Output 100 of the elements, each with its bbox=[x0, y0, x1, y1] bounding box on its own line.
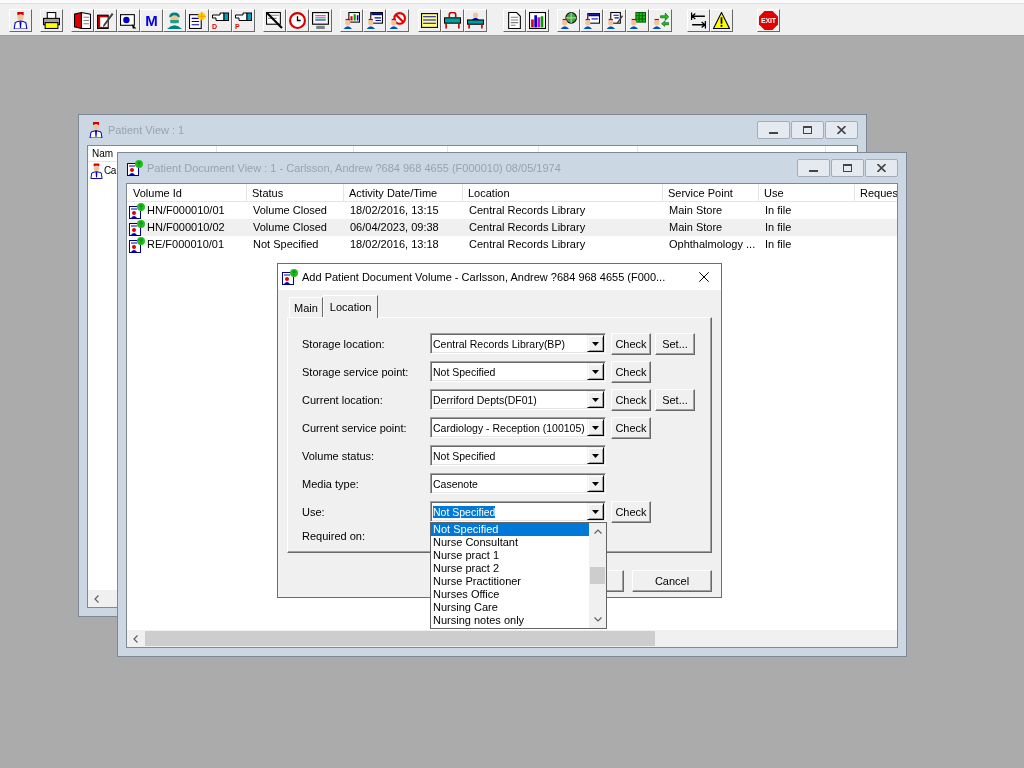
note-sparkle-icon bbox=[189, 12, 206, 29]
list-option[interactable]: Nurse Practitioner bbox=[431, 575, 589, 588]
caret-icon bbox=[592, 509, 599, 514]
check-button[interactable]: Check bbox=[611, 416, 651, 439]
table-cell-text: 18/02/2016, 13:18 bbox=[349, 237, 440, 252]
tab[interactable]: Main bbox=[289, 297, 323, 317]
toolbar-button[interactable] bbox=[309, 9, 332, 32]
person-monitor-icon bbox=[343, 12, 360, 29]
caret-icon bbox=[592, 453, 599, 458]
person-globe-icon bbox=[560, 12, 577, 29]
dropdown-field[interactable]: Not Specified bbox=[430, 501, 606, 522]
toolbar-button[interactable] bbox=[71, 9, 94, 32]
list-option[interactable]: Nursing notes only bbox=[431, 614, 589, 627]
toolbar-button[interactable] bbox=[503, 9, 526, 32]
caret-icon bbox=[592, 369, 599, 374]
toolbar-button[interactable] bbox=[363, 9, 386, 32]
set-button[interactable]: Set... bbox=[655, 388, 695, 411]
maximize-icon bbox=[803, 126, 812, 134]
tab[interactable]: Location bbox=[322, 295, 379, 318]
scrollbar-thumb[interactable] bbox=[590, 567, 605, 584]
list-option[interactable]: Not Specified bbox=[431, 523, 589, 536]
list-option[interactable]: Nurse Consultant bbox=[431, 536, 589, 549]
dropdown-arrow-button[interactable] bbox=[587, 475, 604, 492]
toolbar-button[interactable] bbox=[186, 9, 209, 32]
toolbar-button[interactable] bbox=[603, 9, 626, 32]
maximize-button[interactable] bbox=[791, 121, 824, 139]
doctor-icon bbox=[88, 122, 104, 138]
toolbar-button[interactable] bbox=[340, 9, 363, 32]
vertical-scrollbar[interactable] bbox=[589, 523, 606, 628]
table-cell-text: RE/F000010/01 bbox=[147, 237, 225, 252]
dropdown-arrow-button[interactable] bbox=[587, 447, 604, 464]
horizontal-scrollbar[interactable] bbox=[127, 630, 897, 647]
column-header[interactable]: Service Point bbox=[663, 184, 759, 201]
column-header[interactable]: Reques bbox=[855, 184, 897, 201]
dropdown-field[interactable]: Central Records Library(BP) bbox=[430, 333, 606, 354]
list-option[interactable]: Nurse pract 2 bbox=[431, 562, 589, 575]
list-option[interactable]: Nurses Office bbox=[431, 588, 589, 601]
toolbar-button[interactable] bbox=[710, 9, 733, 32]
dropdown-arrow-button[interactable] bbox=[587, 391, 604, 408]
table-row[interactable]: RE/F000010/01 Not Specified 18/02/2016, 13:18 Central Records Library Ophthalmology ... In file bbox=[127, 236, 897, 253]
check-button[interactable]: Check bbox=[611, 332, 651, 355]
toolbar-button[interactable]: M bbox=[140, 9, 163, 32]
toolbar-button[interactable] bbox=[464, 9, 487, 32]
close-icon bbox=[837, 126, 846, 134]
dropdown-field[interactable]: Not Specified bbox=[430, 445, 606, 466]
dropdown-field[interactable]: Derriford Depts(DF01) bbox=[430, 389, 606, 410]
close-button[interactable] bbox=[825, 121, 858, 139]
toolbar-button[interactable] bbox=[580, 9, 603, 32]
dropdown-field[interactable]: Casenote bbox=[430, 473, 606, 494]
toolbar-button[interactable] bbox=[687, 9, 710, 32]
maximize-icon bbox=[843, 164, 852, 172]
column-header[interactable]: Volume Id bbox=[128, 184, 247, 201]
person-pen-icon bbox=[606, 12, 623, 29]
pointing-hand-icon bbox=[212, 12, 229, 22]
maximize-button[interactable] bbox=[831, 159, 864, 177]
list-option[interactable]: Nursing Care bbox=[431, 601, 589, 614]
toolbar-button[interactable] bbox=[418, 9, 441, 32]
table-cell-text: Volume Closed bbox=[252, 203, 328, 218]
toolbar-button[interactable] bbox=[557, 9, 580, 32]
minimize-button[interactable] bbox=[757, 121, 790, 139]
set-button[interactable]: Set... bbox=[655, 332, 695, 355]
minimize-icon bbox=[809, 169, 818, 172]
toolbar-button[interactable] bbox=[263, 9, 286, 32]
list-option[interactable]: Nurse pract 1 bbox=[431, 549, 589, 562]
check-button[interactable]: Check bbox=[611, 388, 651, 411]
check-button[interactable]: Check bbox=[611, 360, 651, 383]
check-button[interactable]: Check bbox=[611, 500, 651, 523]
scrollbar-thumb[interactable] bbox=[145, 631, 655, 646]
toolbar-button[interactable] bbox=[626, 9, 649, 32]
dropdown-arrow-button[interactable] bbox=[587, 503, 604, 520]
field-label: Storage location: bbox=[302, 337, 385, 350]
minimize-button[interactable] bbox=[797, 159, 830, 177]
table-row[interactable]: HN/F000010/01 Volume Closed 18/02/2016, 13:15 Central Records Library Main Store In file bbox=[127, 202, 897, 219]
dropdown-arrow-button[interactable] bbox=[587, 363, 604, 380]
dropdown-arrow-button[interactable] bbox=[587, 419, 604, 436]
close-button[interactable] bbox=[865, 159, 898, 177]
close-icon bbox=[877, 164, 886, 172]
toolbar-button[interactable] bbox=[9, 9, 32, 32]
notebook-pen-icon bbox=[97, 12, 114, 29]
dialog-button[interactable]: Cancel bbox=[632, 570, 712, 592]
table-cell: Ca bbox=[104, 165, 116, 176]
column-header[interactable]: Location bbox=[463, 184, 663, 201]
person-card-icon bbox=[583, 12, 600, 29]
dropdown-field[interactable]: Not Specified bbox=[430, 361, 606, 382]
table-row[interactable]: HN/F000010/02 Volume Closed 06/04/2023, 09:38 Central Records Library Main Store In file bbox=[127, 219, 897, 236]
toolbar-button[interactable] bbox=[441, 9, 464, 32]
dropdown-arrow-button[interactable] bbox=[587, 335, 604, 352]
book-icon bbox=[74, 12, 91, 29]
toolbar-button[interactable] bbox=[117, 9, 140, 32]
toolbar-button[interactable] bbox=[40, 9, 63, 32]
toolbar-button[interactable] bbox=[526, 9, 549, 32]
column-header[interactable]: Use bbox=[759, 184, 855, 201]
patient-document-icon bbox=[129, 219, 145, 236]
id-card-icon bbox=[120, 12, 137, 29]
column-header[interactable]: Activity Date/Time bbox=[344, 184, 463, 201]
toolbar-button[interactable] bbox=[94, 9, 117, 32]
table-cell-text: Main Store bbox=[668, 220, 724, 235]
dropdown-field[interactable]: Cardiology - Reception (100105) bbox=[430, 417, 606, 438]
column-header[interactable]: Status bbox=[247, 184, 344, 201]
table-cell-text: Not Specified bbox=[252, 237, 320, 252]
